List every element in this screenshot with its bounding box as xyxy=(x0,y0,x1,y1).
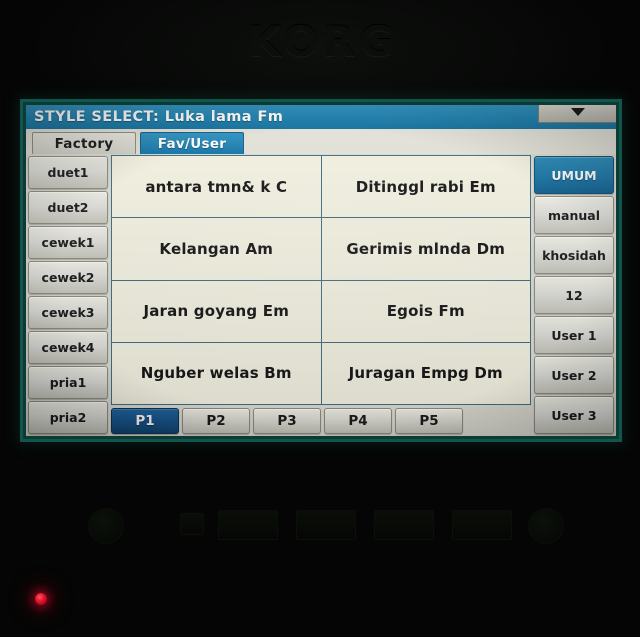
right-bank-user-3[interactable]: User 3 xyxy=(534,396,614,434)
panel-button-4[interactable] xyxy=(374,510,434,540)
tab-fav-user[interactable]: Fav/User xyxy=(140,132,244,154)
tab-factory-label: Factory xyxy=(54,135,114,152)
left-bank-label: cewek4 xyxy=(41,340,95,355)
style-cell[interactable]: antara tmn& k C xyxy=(112,156,321,218)
left-bank-column: duet1 duet2 cewek1 cewek2 cewek3 cewek4 … xyxy=(28,155,108,434)
style-cell-label: Ditinggl rabi Em xyxy=(355,177,496,196)
right-bank-label: User 3 xyxy=(551,407,597,423)
left-bank-cewek3[interactable]: cewek3 xyxy=(28,296,108,329)
left-bank-duet1[interactable]: duet1 xyxy=(28,156,108,189)
selector-body: duet1 duet2 cewek1 cewek2 cewek3 cewek4 … xyxy=(26,154,616,436)
page-tab-p1[interactable]: P1 xyxy=(111,408,179,434)
titlebar: STYLE SELECT: Luka lama Fm xyxy=(26,105,616,129)
panel-button-2[interactable] xyxy=(218,510,278,540)
style-cell-label: Jaran goyang Em xyxy=(143,302,290,321)
page-tab-label: P1 xyxy=(135,413,155,429)
page-tab-p3[interactable]: P3 xyxy=(253,408,321,434)
left-bank-label: pria2 xyxy=(49,410,87,425)
left-bank-cewek1[interactable]: cewek1 xyxy=(28,226,108,259)
left-bank-label: duet1 xyxy=(47,165,89,180)
page-title: STYLE SELECT: Luka lama Fm xyxy=(34,109,284,125)
right-bank-12[interactable]: 12 xyxy=(534,276,614,314)
right-bank-label: UMUM xyxy=(551,167,597,183)
right-bank-column: UMUM manual khosidah 12 User 1 User 2 Us… xyxy=(534,155,614,434)
style-cell[interactable]: Jaran goyang Em xyxy=(112,280,321,342)
right-bank-label: khosidah xyxy=(542,247,606,263)
panel-button-5[interactable] xyxy=(452,510,512,540)
right-bank-label: manual xyxy=(548,207,600,223)
page-tab-p2[interactable]: P2 xyxy=(182,408,250,434)
brand-logo: KORG xyxy=(248,17,398,66)
style-cell[interactable]: Egois Fm xyxy=(321,280,530,342)
panel-button-3[interactable] xyxy=(296,510,356,540)
right-bank-label: User 2 xyxy=(551,367,597,383)
right-bank-user-2[interactable]: User 2 xyxy=(534,356,614,394)
left-bank-label: cewek1 xyxy=(41,235,95,250)
style-cell[interactable]: Kelangan Am xyxy=(112,218,321,280)
lcd-screen: STYLE SELECT: Luka lama Fm Factory Fav/U… xyxy=(20,99,622,442)
right-bank-khosidah[interactable]: khosidah xyxy=(534,236,614,274)
source-tab-row: Factory Fav/User xyxy=(26,129,616,154)
left-bank-label: cewek2 xyxy=(41,270,95,285)
page-tab-row: P1 P2 P3 P4 P5 xyxy=(111,408,531,434)
style-cell[interactable]: Juragan Empg Dm xyxy=(321,342,530,404)
right-bank-user-1[interactable]: User 1 xyxy=(534,316,614,354)
tab-fav-user-label: Fav/User xyxy=(157,135,227,152)
center-pane: antara tmn& k C Ditinggl rabi Em Kelanga… xyxy=(111,155,531,434)
left-bank-pria2[interactable]: pria2 xyxy=(28,401,108,434)
chevron-down-icon[interactable] xyxy=(538,105,616,123)
panel-button-1[interactable] xyxy=(180,513,204,535)
left-bank-label: cewek3 xyxy=(41,305,95,320)
page-tab-p4[interactable]: P4 xyxy=(324,408,392,434)
tab-factory[interactable]: Factory xyxy=(32,132,136,154)
style-cell[interactable]: Ditinggl rabi Em xyxy=(321,156,530,218)
page-tab-label: P4 xyxy=(348,413,368,429)
page-tab-filler xyxy=(466,408,531,434)
power-led xyxy=(35,593,47,605)
left-bank-cewek4[interactable]: cewek4 xyxy=(28,331,108,364)
style-cell-label: Nguber welas Bm xyxy=(140,364,292,383)
page-tab-p5[interactable]: P5 xyxy=(395,408,463,434)
style-cell[interactable]: Gerimis mlnda Dm xyxy=(321,218,530,280)
left-bank-pria1[interactable]: pria1 xyxy=(28,366,108,399)
style-grid: antara tmn& k C Ditinggl rabi Em Kelanga… xyxy=(111,155,531,405)
page-tab-label: P5 xyxy=(419,413,439,429)
right-bank-umum[interactable]: UMUM xyxy=(534,156,614,194)
right-bank-label: 12 xyxy=(565,287,583,303)
left-bank-label: duet2 xyxy=(47,200,89,215)
style-cell-label: Egois Fm xyxy=(386,302,465,321)
right-bank-manual[interactable]: manual xyxy=(534,196,614,234)
page-tab-label: P2 xyxy=(206,413,226,429)
page-tab-label: P3 xyxy=(277,413,297,429)
left-bank-cewek2[interactable]: cewek2 xyxy=(28,261,108,294)
volume-knob[interactable] xyxy=(88,508,124,544)
style-cell-label: Juragan Empg Dm xyxy=(348,364,503,383)
right-bank-label: User 1 xyxy=(551,327,597,343)
instrument-body: KORG STYLE SELECT: Luka lama Fm Factory xyxy=(0,0,640,637)
left-bank-duet2[interactable]: duet2 xyxy=(28,191,108,224)
left-bank-label: pria1 xyxy=(49,375,87,390)
tempo-knob[interactable] xyxy=(528,508,564,544)
style-cell-label: antara tmn& k C xyxy=(145,177,288,196)
style-cell-label: Gerimis mlnda Dm xyxy=(346,239,506,258)
style-cell-label: Kelangan Am xyxy=(159,239,274,258)
style-cell[interactable]: Nguber welas Bm xyxy=(112,342,321,404)
